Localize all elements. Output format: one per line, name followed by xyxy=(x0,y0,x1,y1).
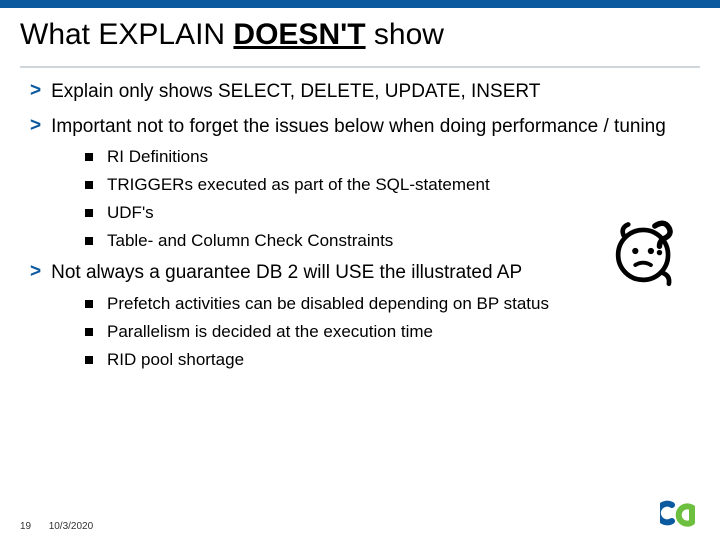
square-bullet-icon xyxy=(85,300,93,308)
square-bullet-icon xyxy=(85,237,93,245)
sub-bullet-text: Parallelism is decided at the execution … xyxy=(107,322,433,342)
slide: What EXPLAIN DOESN'T show > Explain only… xyxy=(0,0,720,540)
bullet-text: Explain only shows SELECT, DELETE, UPDAT… xyxy=(51,80,540,105)
bullet-item: > Not always a guarantee DB 2 will USE t… xyxy=(30,261,690,286)
square-bullet-icon xyxy=(85,328,93,336)
sub-bullet-item: RI Definitions xyxy=(85,147,690,167)
sub-bullet-text: Table- and Column Check Constraints xyxy=(107,231,393,251)
sub-list: RI Definitions TRIGGERs executed as part… xyxy=(85,147,690,251)
sub-bullet-text: UDF's xyxy=(107,203,154,223)
sub-bullet-text: RID pool shortage xyxy=(107,350,244,370)
bullet-item: > Explain only shows SELECT, DELETE, UPD… xyxy=(30,80,690,105)
bullet-text: Not always a guarantee DB 2 will USE the… xyxy=(51,261,522,286)
title-underline: DOESN'T xyxy=(233,18,365,51)
sub-bullet-item: Parallelism is decided at the execution … xyxy=(85,322,690,342)
sub-bullet-item: Table- and Column Check Constraints xyxy=(85,231,690,251)
slide-title: What EXPLAIN DOESN'T show xyxy=(0,8,720,60)
page-number: 19 xyxy=(20,521,31,532)
sub-bullet-text: Prefetch activities can be disabled depe… xyxy=(107,294,549,314)
square-bullet-icon xyxy=(85,356,93,364)
square-bullet-icon xyxy=(85,209,93,217)
sub-bullet-item: Prefetch activities can be disabled depe… xyxy=(85,294,690,314)
chevron-icon: > xyxy=(30,261,41,284)
sub-bullet-text: TRIGGERs executed as part of the SQL-sta… xyxy=(107,175,490,195)
question-face-icon xyxy=(608,212,686,290)
title-divider xyxy=(20,66,700,68)
sub-bullet-item: TRIGGERs executed as part of the SQL-sta… xyxy=(85,175,690,195)
footer-date: 10/3/2020 xyxy=(49,521,94,532)
square-bullet-icon xyxy=(85,153,93,161)
square-bullet-icon xyxy=(85,181,93,189)
chevron-icon: > xyxy=(30,115,41,138)
chevron-icon: > xyxy=(30,80,41,103)
sub-bullet-item: RID pool shortage xyxy=(85,350,690,370)
bullet-item: > Important not to forget the issues bel… xyxy=(30,115,690,140)
bullet-text: Important not to forget the issues below… xyxy=(51,115,666,140)
top-accent-bar xyxy=(0,0,720,8)
sub-bullet-text: RI Definitions xyxy=(107,147,208,167)
sub-list: Prefetch activities can be disabled depe… xyxy=(85,294,690,370)
ca-logo xyxy=(660,499,700,532)
title-pre: What EXPLAIN xyxy=(20,18,233,51)
sub-bullet-item: UDF's xyxy=(85,203,690,223)
footer: 19 10/3/2020 xyxy=(20,521,93,532)
title-post: show xyxy=(366,18,444,51)
